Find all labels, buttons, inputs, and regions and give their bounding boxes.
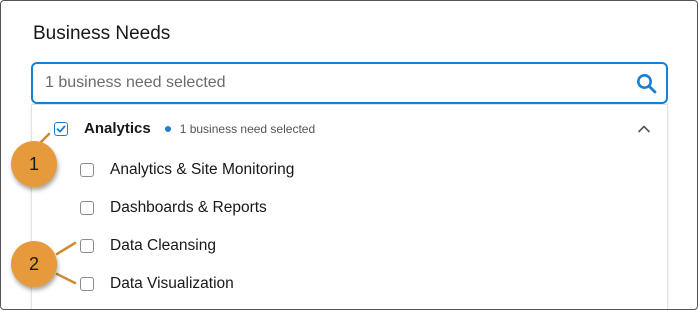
callout-badge: 2 [11, 241, 57, 287]
callout-leader-lines [37, 132, 77, 285]
screenshot-frame: Business Needs Analytics 1 business need… [0, 0, 698, 310]
callout-badge: 1 [11, 141, 57, 187]
